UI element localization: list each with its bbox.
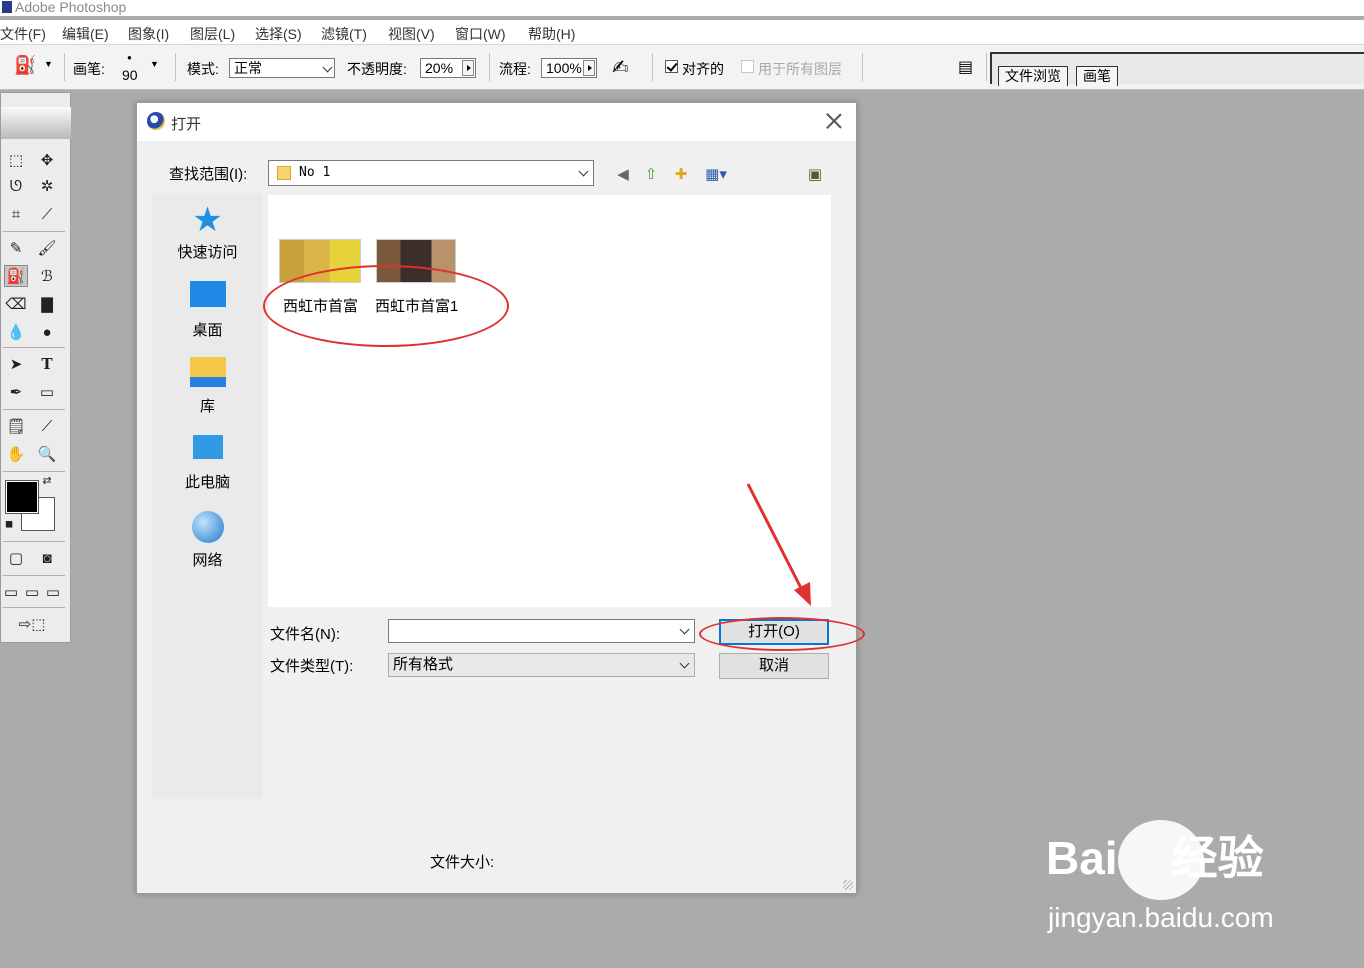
watermark-url: jingyan.baidu.com: [1048, 902, 1274, 933]
paw-icon: [1118, 820, 1204, 900]
annotation-arrow-head: [794, 582, 811, 606]
annotation-arrow-line: [746, 483, 805, 593]
